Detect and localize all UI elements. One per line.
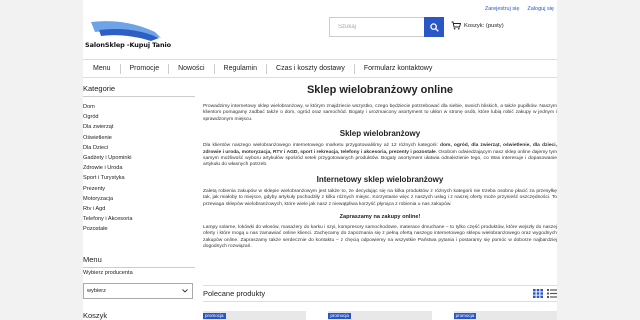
category-item[interactable]: Dla Dzieci [83,143,195,153]
categories-text: Dla klientów naszego wielobranżowego int… [203,143,557,168]
section-heading: Internetowy sklep wielobranżowy [316,174,444,184]
product-card[interactable]: promocja [203,311,307,320]
recommended-bar: Polecane produkty [203,285,557,302]
category-item[interactable]: Pozostałe [83,224,195,234]
category-item[interactable]: Sport i Turystyka [83,173,195,183]
promo-badge: promocja [203,313,226,319]
categories-title: Kategorie [83,84,195,97]
page-margin-right [557,0,640,320]
page-margin-left [0,0,83,320]
offer-text: Lampy solarne, lokówki do włosów, masaże… [203,225,557,250]
intro-text: Prowadzimy internetowy sklep wielobranżo… [203,104,557,122]
page-title: Sklep wielobranżowy online [306,84,454,96]
page-container: Zarejestruj się Zaloguj się SalonSklep -… [83,0,557,320]
promo-badge: promocja [328,313,351,319]
promo-badge: promocja [453,313,477,319]
recommended-title: Polecane produkty [203,289,266,298]
nav-regulamin[interactable]: Regulamin [215,60,266,77]
search-input[interactable] [329,17,425,37]
main-nav: Menu Promocje Nowości Regulamin Czas i k… [83,59,557,78]
category-item[interactable]: Dla zwierząt [83,122,195,132]
search-icon [429,22,439,32]
producer-label: Wybierz producenta [83,270,133,276]
main-content: Sklep wielobranżowy online Prowadzimy in… [203,84,557,251]
producer-selected: wybierz [87,288,106,294]
advantages-text: Zaletą robienia zakupów w sklepie wielob… [203,188,557,207]
cart-title: Koszyk [83,311,108,320]
nav-kontakt[interactable]: Formularz kontaktowy [355,60,441,77]
nav-nowosci[interactable]: Nowości [169,60,213,77]
nav-menu[interactable]: Menu [83,60,120,77]
product-card[interactable]: promocja [328,311,432,320]
nav-dostawa[interactable]: Czas i koszty dostawy [267,60,354,77]
category-item[interactable]: Rtv i Agd [83,204,195,214]
category-item[interactable]: Oświetlenie [83,133,195,143]
logo-text: SalonSklep -Kupuj Tanio [85,41,171,49]
category-item[interactable]: Dom [83,102,195,112]
list-view-icon[interactable] [547,289,557,298]
nav-promocje[interactable]: Promocje [121,60,169,77]
category-item[interactable]: Motoryzacja [83,194,195,204]
login-link[interactable]: Zaloguj się [527,6,554,12]
recommended-products: promocja promocja promocja [203,311,557,320]
menu-title: Menu [83,255,195,268]
cart-label: Koszyk: (pusty) [464,22,504,29]
category-item[interactable]: Prezenty [83,184,195,194]
register-link[interactable]: Zarejestruj się [485,6,520,12]
category-item[interactable]: Gadżety i Upominki [83,153,195,163]
account-links: Zarejestruj się Zaloguj się [485,6,554,12]
chevron-down-icon [182,289,188,293]
cart-widget[interactable]: Koszyk: (pusty) [451,21,504,30]
grid-view-icon[interactable] [533,289,543,298]
product-card[interactable]: promocja [453,311,557,320]
section-heading: Zapraszamy na zakupy online! [339,214,421,221]
search-button[interactable] [424,17,444,37]
sidebar: Kategorie Dom Ogród Dla zwierząt Oświetl… [83,84,195,234]
category-item[interactable]: Ogród [83,112,195,122]
category-item[interactable]: Telefony i Akcesoria [83,214,195,224]
category-item[interactable]: Zdrowie i Uroda [83,163,195,173]
cart-icon [451,21,461,30]
producer-select[interactable]: wybierz [83,283,193,299]
section-heading: Sklep wielobranżowy [339,129,421,139]
